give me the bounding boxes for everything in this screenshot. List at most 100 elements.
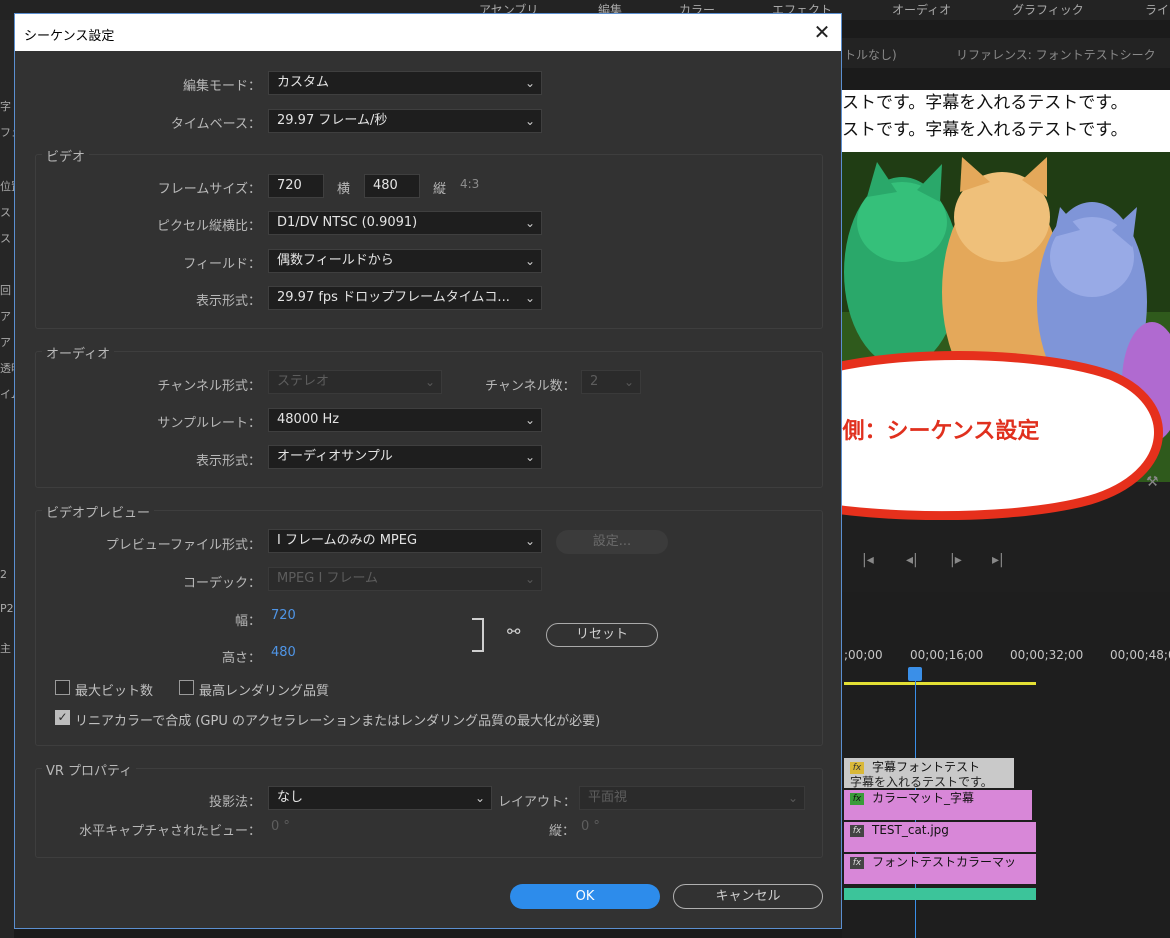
codec-label: コーデック： (182, 576, 261, 591)
nav-graphics[interactable]: グラフィック (1012, 1, 1084, 18)
preview-format-label: プレビューファイル形式： (105, 538, 261, 553)
chevron-down-icon: ⌄ (524, 216, 535, 230)
color-matte-clip[interactable]: fx カラーマット_字幕 (844, 790, 1032, 820)
video-group-title: ビデオ (42, 146, 90, 165)
preview-height-value[interactable]: 480 (271, 645, 296, 660)
layout-value: 平面視 (588, 790, 628, 805)
preview-format-select[interactable]: I フレームのみの MPEG ⌄ (268, 529, 542, 553)
fx-icon: fx (850, 856, 864, 869)
program-monitor-header: トルなし) リファレンス: フォントテストシーク (842, 38, 1170, 68)
chevron-down-icon: ⌄ (524, 572, 535, 586)
fx-icon: fx (850, 792, 864, 805)
horizontal-label: 横 (337, 182, 351, 197)
nav-library[interactable]: ライ (1145, 1, 1169, 18)
left-strip-text: ス (0, 206, 11, 219)
max-bit-depth-checkbox[interactable] (55, 680, 70, 695)
reference-monitor-label[interactable]: リファレンス: フォントテストシーク (956, 46, 1156, 63)
step-forward-icon[interactable]: |▸ (950, 552, 962, 568)
projection-select[interactable]: なし ⌄ (268, 786, 492, 810)
close-icon[interactable]: ✕ (807, 18, 837, 46)
projection-label: 投影法： (208, 795, 261, 810)
fx-icon: fx (850, 824, 864, 837)
frame-size-label: フレームサイズ： (157, 182, 261, 197)
edit-mode-select[interactable]: カスタム ⌄ (268, 71, 542, 95)
field-select[interactable]: 偶数フィールドから ⌄ (268, 249, 542, 273)
go-to-out-icon[interactable]: ▸| (992, 552, 1004, 568)
audio-display-select[interactable]: オーディオサンプル ⌄ (268, 445, 542, 469)
edit-mode-value: カスタム (277, 75, 330, 90)
video-display-label: 表示形式： (195, 294, 261, 309)
link-bracket (472, 618, 484, 652)
pixel-aspect-select[interactable]: D1/DV NTSC (0.9091) ⌄ (268, 211, 542, 235)
fx-icon: fx (850, 761, 864, 774)
horizontal-view-value[interactable]: 0 ° (271, 819, 290, 834)
frame-width-input[interactable]: 720 (268, 174, 324, 198)
reset-button[interactable]: リセット (546, 623, 658, 647)
dialog-title: シーケンス設定 (24, 29, 115, 44)
layout-select[interactable]: 平面視 ⌄ (579, 786, 805, 810)
nav-audio[interactable]: オーディオ (892, 1, 951, 18)
chevron-down-icon: ⌄ (787, 791, 798, 805)
ok-button[interactable]: OK (510, 884, 660, 909)
chevron-down-icon: ⌄ (524, 413, 535, 427)
go-to-in-icon[interactable]: |◂ (862, 552, 874, 568)
timebase-select[interactable]: 29.97 フレーム/秒 ⌄ (268, 109, 542, 133)
title-overlay: ストです。字幕を入れるテストです。 ストです。字幕を入れるテストです。 (842, 90, 1170, 152)
pixel-aspect-label: ピクセル縦横比： (156, 219, 261, 234)
timecode-label: 00;00;32;00 (1010, 648, 1084, 662)
channel-count-value: 2 (590, 374, 599, 389)
sample-rate-select[interactable]: 48000 Hz ⌄ (268, 408, 542, 432)
chain-link-icon[interactable]: ⚯ (507, 622, 520, 641)
preview-width-label: 幅： (234, 614, 261, 629)
codec-select[interactable]: MPEG I フレーム ⌄ (268, 567, 542, 591)
chevron-down-icon: ⌄ (524, 450, 535, 464)
channel-count-select[interactable]: 2 ⌄ (581, 370, 641, 394)
dialog-titlebar[interactable]: シーケンス設定 ✕ (15, 14, 841, 51)
frame-height-input[interactable]: 480 (364, 174, 420, 198)
horizontal-view-label: 水平キャプチャされたビュー： (79, 824, 261, 839)
left-strip-text: 回 (0, 284, 11, 297)
audio-clip[interactable] (844, 888, 1036, 900)
video-display-value: 29.97 fps ドロップフレームタイムコ... (277, 290, 510, 305)
audio-display-label: 表示形式： (195, 454, 261, 469)
video-display-select[interactable]: 29.97 fps ドロップフレームタイムコ... ⌄ (268, 286, 542, 310)
font-matte-clip[interactable]: fx フォントテストカラーマッ (844, 854, 1036, 884)
preview-format-value: I フレームのみの MPEG (277, 533, 418, 548)
left-strip-text: ス (0, 232, 11, 245)
step-back-icon[interactable]: ◂| (906, 552, 918, 568)
timecode-label: 00;00;16;00 (910, 648, 984, 662)
chevron-down-icon: ⌄ (524, 254, 535, 268)
timebase-value: 29.97 フレーム/秒 (277, 113, 388, 128)
max-render-quality-checkbox[interactable] (179, 680, 194, 695)
channel-count-label: チャンネル数： (485, 379, 576, 394)
title-line: ストです。字幕を入れるテストです。 (842, 93, 1128, 113)
chevron-down-icon: ⌄ (524, 291, 535, 305)
vertical-label: 縦 (433, 182, 447, 197)
timeline-panel: ;00;00 00;00;16;00 00;00;32;00 00;00;48;… (842, 592, 1170, 938)
cancel-button[interactable]: キャンセル (673, 884, 823, 909)
channel-format-select[interactable]: ステレオ ⌄ (268, 370, 442, 394)
linear-color-checkbox[interactable]: ✓ (55, 710, 70, 725)
preview-settings-button[interactable]: 設定... (556, 530, 668, 554)
layout-label: レイアウト： (498, 795, 577, 810)
clip-sub-label: 字幕を入れるテストです。 (850, 775, 993, 788)
title-clip[interactable]: fx 字幕フォントテスト 字幕を入れるテストです。 (844, 758, 1014, 788)
clip-label: カラーマット_字幕 (872, 791, 975, 805)
chevron-down-icon: ⌄ (524, 76, 535, 90)
title-line: ストです。字幕を入れるテストです。 (842, 120, 1128, 140)
sample-rate-label: サンプルレート： (157, 416, 261, 431)
vertical-view-value[interactable]: 0 ° (581, 819, 600, 834)
chevron-down-icon: ⌄ (623, 375, 634, 389)
preview-width-value[interactable]: 720 (271, 608, 296, 623)
left-strip-text: 字 (0, 100, 11, 113)
left-strip-text: ア (0, 310, 11, 323)
image-clip[interactable]: fx TEST_cat.jpg (844, 822, 1036, 852)
vr-group-title: VR プロパティ (42, 760, 137, 779)
projection-value: なし (277, 790, 304, 805)
playhead-handle[interactable] (908, 667, 922, 681)
left-panel-strip: 字 フェ 位置 ス ス 回 ア ア 透明 イム 2 P2 主 (0, 20, 22, 938)
clip-label: 字幕フォントテスト (872, 760, 981, 774)
work-area-bar[interactable] (844, 682, 1036, 685)
timebase-label: タイムベース： (170, 117, 261, 132)
preview-height-label: 高さ： (221, 651, 261, 666)
